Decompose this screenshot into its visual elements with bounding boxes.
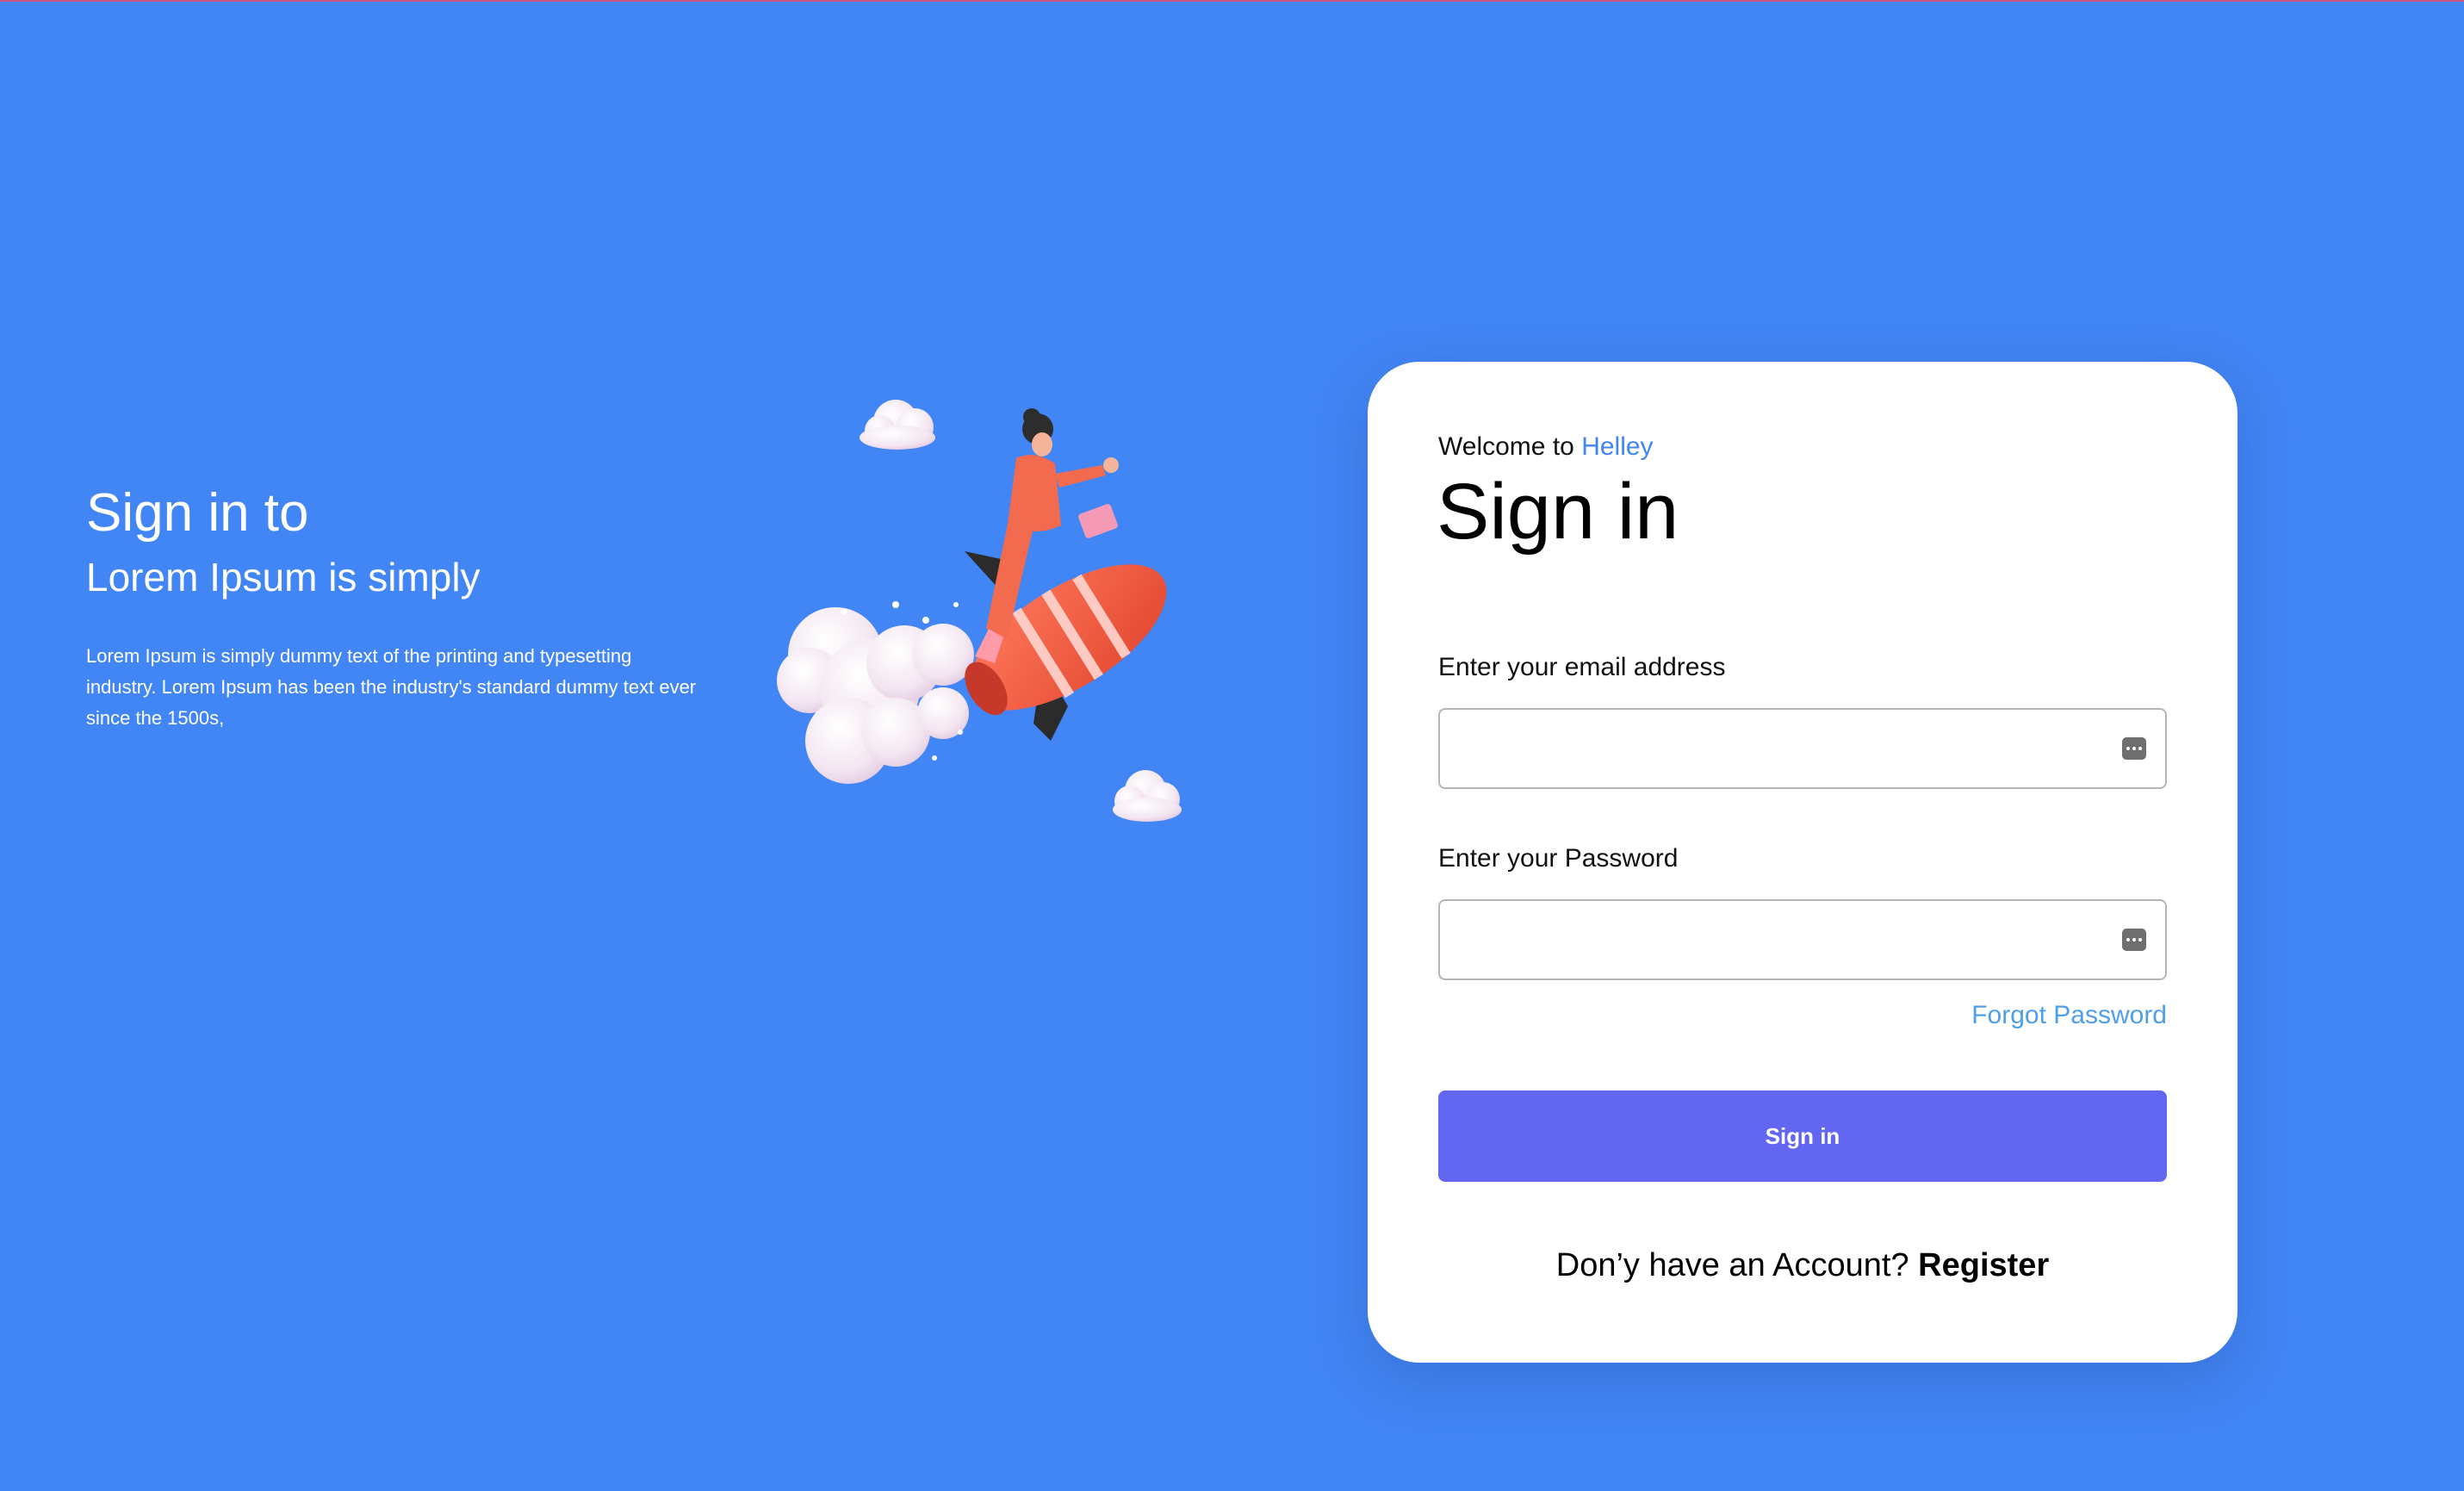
forgot-password-link[interactable]: Forgot Password [1971, 1001, 2167, 1030]
hero-section: Sign in to Lorem Ipsum is simply Lorem I… [86, 482, 706, 734]
brand-name: Helley [1581, 432, 1654, 461]
welcome-prefix: Welcome to [1438, 432, 1574, 461]
password-field-box [1438, 899, 2167, 980]
signin-button[interactable]: Sign in [1438, 1090, 2167, 1182]
register-link[interactable]: Register [1918, 1247, 2049, 1283]
cloud-bottom [1113, 770, 1182, 822]
cloud-top [860, 400, 935, 450]
password-label: Enter your Password [1438, 844, 1679, 873]
email-label: Enter your email address [1438, 653, 1726, 681]
top-border-line [0, 0, 2464, 2]
rocket-rider-image [777, 400, 1182, 822]
register-prompt-text: Don’y have an Account? [1555, 1247, 1909, 1283]
hero-title: Sign in to [86, 483, 309, 543]
signin-title: Sign in [1437, 468, 1679, 556]
rocket-smoke [777, 601, 974, 784]
password-manager-icon[interactable] [2122, 929, 2146, 951]
password-input[interactable] [1440, 901, 2165, 978]
email-input[interactable] [1440, 710, 2165, 787]
rocket-illustration [775, 379, 1206, 844]
email-field-box [1438, 708, 2167, 789]
hero-description: Lorem Ipsum is simply dummy text of the … [86, 645, 697, 730]
welcome-text: Welcome to Helley [1438, 432, 1654, 462]
password-manager-icon[interactable] [2122, 737, 2146, 760]
register-prompt: Don’y have an Account? Register [1368, 1247, 2237, 1284]
hero-subtitle: Lorem Ipsum is simply [86, 555, 481, 600]
signin-card: Welcome to Helley Sign in Enter your ema… [1368, 362, 2237, 1363]
